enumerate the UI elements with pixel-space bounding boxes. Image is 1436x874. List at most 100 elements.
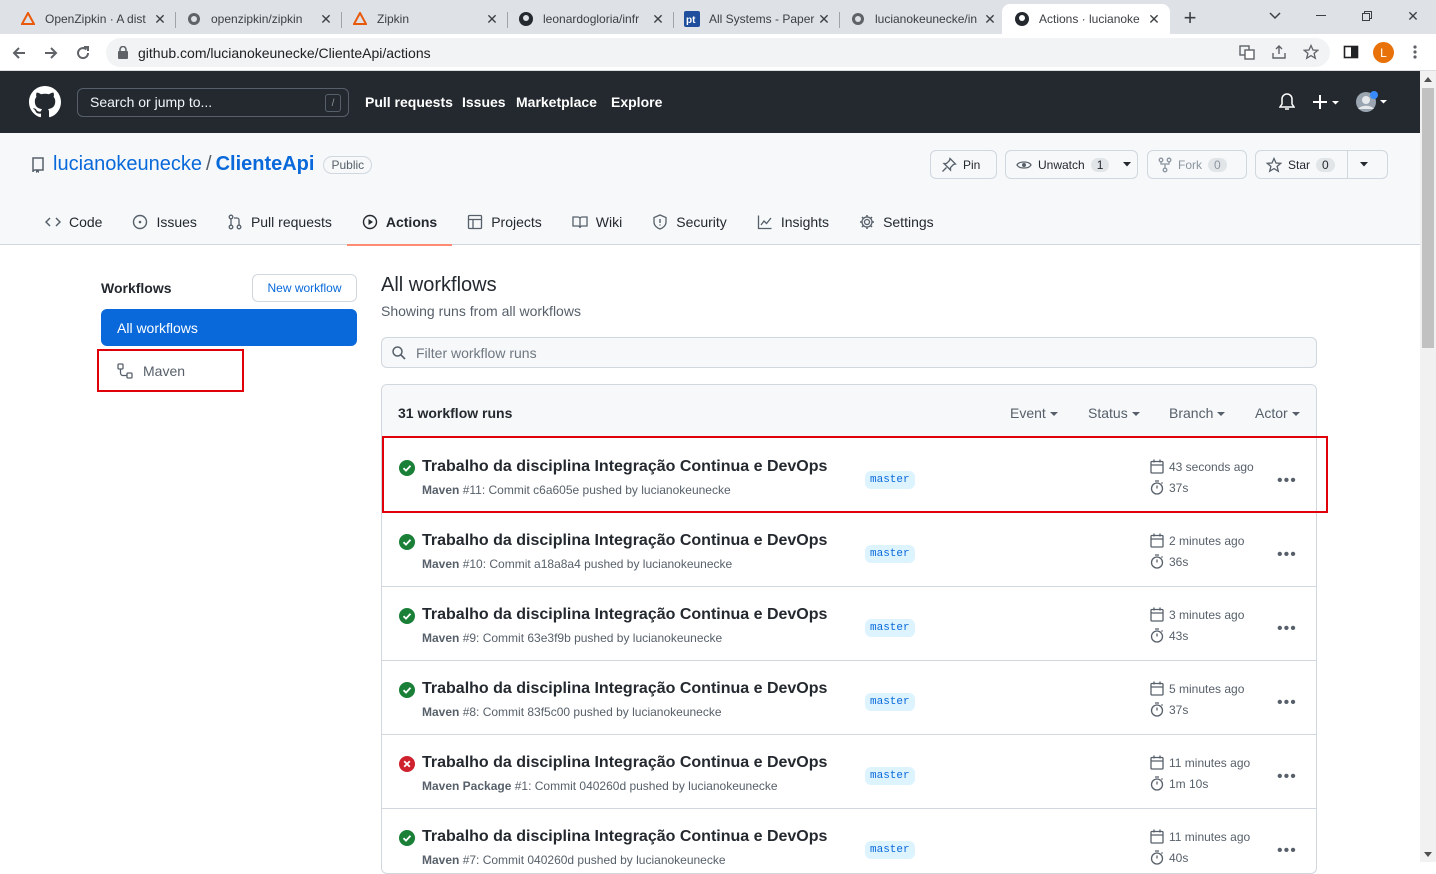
- github-logo-icon[interactable]: [29, 86, 61, 118]
- tab-insights[interactable]: Insights: [742, 199, 844, 245]
- tab-settings[interactable]: Settings: [844, 199, 949, 245]
- kebab-menu-icon[interactable]: [1403, 40, 1427, 64]
- branch-badge[interactable]: master: [865, 767, 915, 785]
- new-tab-button[interactable]: +: [1178, 5, 1202, 30]
- run-options-kebab-icon[interactable]: •••: [1277, 694, 1297, 712]
- tab-label: Settings: [883, 214, 934, 230]
- close-tab-icon[interactable]: ✕: [650, 11, 666, 27]
- stopwatch-icon: [1150, 554, 1164, 569]
- workflow-run-row[interactable]: Trabalho da disciplina Integração Contin…: [382, 513, 1316, 587]
- run-options-kebab-icon[interactable]: •••: [1277, 472, 1297, 490]
- github-search-input[interactable]: Search or jump to... /: [77, 88, 349, 117]
- restore-icon[interactable]: [1344, 4, 1390, 28]
- pin-button[interactable]: Pin: [930, 150, 997, 179]
- reload-icon[interactable]: [70, 40, 96, 66]
- sidebar-item-maven[interactable]: Maven: [97, 349, 244, 392]
- browser-tab[interactable]: pt All Systems - Paper ✕: [672, 4, 840, 34]
- share-icon[interactable]: [1267, 40, 1291, 64]
- close-tab-icon[interactable]: ✕: [1146, 11, 1162, 27]
- repo-name-link[interactable]: ClienteApi: [216, 153, 315, 176]
- nav-issues[interactable]: Issues: [462, 94, 506, 110]
- run-title-link[interactable]: Trabalho da disciplina Integração Contin…: [422, 606, 827, 624]
- tab-pull-requests[interactable]: Pull requests: [212, 199, 347, 245]
- run-when: 3 minutes ago: [1169, 607, 1245, 622]
- forward-icon[interactable]: [38, 40, 64, 66]
- close-tab-icon[interactable]: ✕: [484, 11, 500, 27]
- browser-tab[interactable]: OpenZipkin · A dist ✕: [8, 4, 176, 34]
- tab-issues[interactable]: Issues: [117, 199, 211, 245]
- close-tab-icon[interactable]: ✕: [982, 11, 998, 27]
- user-avatar-icon[interactable]: [1355, 90, 1389, 114]
- workflow-run-row[interactable]: Trabalho da disciplina Integração Contin…: [382, 809, 1316, 873]
- workflow-run-row[interactable]: Trabalho da disciplina Integração Contin…: [382, 587, 1316, 661]
- tab-actions[interactable]: Actions: [346, 199, 453, 246]
- workflow-run-row[interactable]: Trabalho da disciplina Integração Contin…: [382, 661, 1316, 735]
- close-tab-icon[interactable]: ✕: [816, 11, 832, 27]
- notifications-bell-icon[interactable]: [1279, 93, 1295, 111]
- scrollbar-thumb[interactable]: [1422, 88, 1434, 348]
- repo-owner-link[interactable]: lucianokeunecke: [53, 153, 202, 176]
- nav-explore[interactable]: Explore: [611, 94, 662, 110]
- branch-filter-dropdown[interactable]: Branch: [1169, 405, 1225, 421]
- workflow-run-row[interactable]: Trabalho da disciplina Integração Contin…: [382, 735, 1316, 809]
- address-bar[interactable]: github.com/lucianokeunecke/ClienteApi/ac…: [106, 38, 1330, 67]
- tab-label: Issues: [156, 214, 197, 230]
- scroll-up-icon[interactable]: [1420, 71, 1436, 87]
- browser-tab[interactable]: leonardogloria/infr ✕: [506, 4, 674, 34]
- actor-filter-dropdown[interactable]: Actor: [1255, 405, 1300, 421]
- star-list-dropdown[interactable]: [1346, 151, 1381, 178]
- run-title-link[interactable]: Trabalho da disciplina Integração Contin…: [422, 532, 827, 550]
- run-title-link[interactable]: Trabalho da disciplina Integração Contin…: [422, 828, 827, 846]
- run-options-kebab-icon[interactable]: •••: [1277, 842, 1297, 860]
- close-tab-icon[interactable]: ✕: [318, 11, 334, 27]
- tab-search-icon[interactable]: [1252, 4, 1298, 28]
- repo-header: lucianokeunecke / ClienteApi Public Pin …: [0, 133, 1420, 246]
- fork-button[interactable]: Fork 0: [1147, 150, 1247, 179]
- tab-code[interactable]: Code: [30, 199, 117, 245]
- workflow-run-row[interactable]: Trabalho da disciplina Integração Contin…: [382, 439, 1316, 513]
- nav-marketplace[interactable]: Marketplace: [516, 94, 597, 110]
- search-placeholder: Search or jump to...: [90, 94, 213, 110]
- back-icon[interactable]: [6, 40, 32, 66]
- browser-tab[interactable]: Zipkin ✕: [340, 4, 508, 34]
- branch-badge[interactable]: master: [865, 471, 915, 489]
- bookmark-star-icon[interactable]: [1299, 40, 1323, 64]
- run-title-link[interactable]: Trabalho da disciplina Integração Contin…: [422, 680, 827, 698]
- minimize-icon[interactable]: [1298, 4, 1344, 28]
- sidebar-item-all-workflows[interactable]: All workflows: [101, 309, 357, 346]
- run-options-kebab-icon[interactable]: •••: [1277, 768, 1297, 786]
- star-button[interactable]: Star 0: [1255, 150, 1388, 179]
- run-options-kebab-icon[interactable]: •••: [1277, 620, 1297, 638]
- browser-tab[interactable]: lucianokeunecke/in ✕: [838, 4, 1006, 34]
- tab-label: Actions: [385, 214, 438, 230]
- run-title-link[interactable]: Trabalho da disciplina Integração Contin…: [422, 458, 827, 476]
- tab-wiki[interactable]: Wiki: [557, 199, 637, 245]
- new-workflow-button[interactable]: New workflow: [252, 274, 357, 302]
- browser-tab[interactable]: openzipkin/zipkin ✕: [174, 4, 342, 34]
- tab-security[interactable]: Security: [637, 199, 742, 245]
- run-title-link[interactable]: Trabalho da disciplina Integração Contin…: [422, 754, 827, 772]
- side-panel-icon[interactable]: [1339, 40, 1363, 64]
- unwatch-button[interactable]: Unwatch 1: [1005, 150, 1138, 179]
- branch-badge[interactable]: master: [865, 545, 915, 563]
- run-when: 43 seconds ago: [1169, 459, 1254, 474]
- branch-badge[interactable]: master: [865, 693, 915, 711]
- code-icon: [45, 214, 61, 230]
- tab-projects[interactable]: Projects: [452, 199, 557, 245]
- branch-badge[interactable]: master: [865, 841, 915, 859]
- status-filter-dropdown[interactable]: Status: [1088, 405, 1140, 421]
- close-tab-icon[interactable]: ✕: [152, 11, 168, 27]
- filter-workflow-runs-input[interactable]: Filter workflow runs: [381, 337, 1317, 368]
- browser-tab-active[interactable]: Actions · lucianoke ✕: [1002, 4, 1170, 34]
- branch-badge[interactable]: master: [865, 619, 915, 637]
- chevron-down-icon: [1360, 162, 1369, 167]
- run-duration-value: 43s: [1169, 628, 1189, 643]
- scroll-down-icon[interactable]: [1420, 846, 1436, 862]
- nav-pull-requests[interactable]: Pull requests: [365, 94, 453, 110]
- event-filter-dropdown[interactable]: Event: [1010, 405, 1058, 421]
- run-options-kebab-icon[interactable]: •••: [1277, 546, 1297, 564]
- close-window-icon[interactable]: ✕: [1390, 4, 1436, 28]
- create-new-plus-icon[interactable]: [1312, 93, 1340, 111]
- translate-icon[interactable]: [1235, 40, 1259, 64]
- profile-avatar[interactable]: L: [1373, 42, 1394, 63]
